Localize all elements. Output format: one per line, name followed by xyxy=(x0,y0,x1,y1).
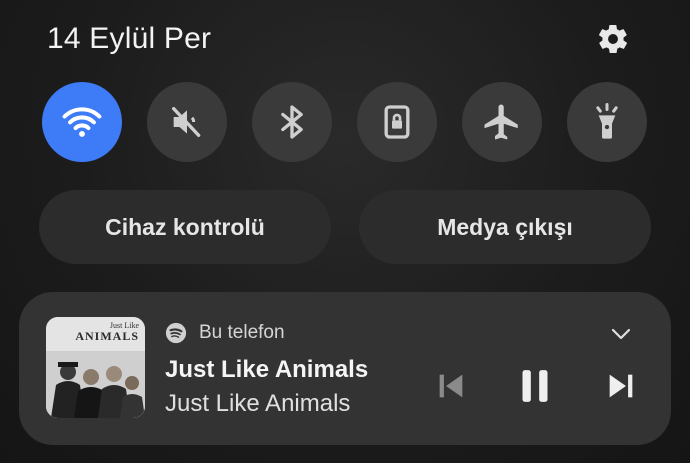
flashlight-icon xyxy=(596,103,618,139)
previous-icon xyxy=(439,374,463,398)
gear-icon xyxy=(599,24,627,54)
album-art-caption-main: ANIMALS xyxy=(75,329,139,343)
wifi-icon xyxy=(62,107,102,137)
sound-toggle[interactable] xyxy=(147,82,227,162)
track-artist: Just Like Animals xyxy=(165,390,351,417)
spotify-icon xyxy=(165,322,187,344)
album-art[interactable]: Just Like ANIMALS xyxy=(46,317,145,418)
quick-settings-toggles xyxy=(42,82,650,164)
mute-icon xyxy=(172,107,201,137)
expand-button[interactable] xyxy=(609,322,633,346)
settings-button[interactable] xyxy=(594,20,632,58)
bluetooth-toggle[interactable] xyxy=(252,82,332,162)
media-player-card[interactable]: Just Like ANIMALS Bu telefon Just Like A… xyxy=(19,292,671,445)
device-control-button[interactable]: Cihaz kontrolü xyxy=(39,190,331,264)
track-title: Just Like Animals xyxy=(165,356,369,383)
date-label: 14 Eylül Per xyxy=(47,22,212,55)
rotation-lock-icon xyxy=(384,105,410,139)
next-button[interactable] xyxy=(601,366,641,406)
wifi-toggle[interactable] xyxy=(42,82,122,162)
media-output-label: Medya çıkışı xyxy=(437,213,573,240)
flashlight-toggle[interactable] xyxy=(567,82,647,162)
rotation-lock-toggle[interactable] xyxy=(357,82,437,162)
next-icon xyxy=(609,374,633,398)
pause-icon xyxy=(522,370,548,402)
device-control-label: Cihaz kontrolü xyxy=(105,213,265,240)
previous-button[interactable] xyxy=(431,366,471,406)
airplane-mode-toggle[interactable] xyxy=(462,82,542,162)
media-source: Bu telefon xyxy=(165,322,285,344)
pause-button[interactable] xyxy=(513,364,557,408)
bluetooth-icon xyxy=(281,105,303,139)
media-output-button[interactable]: Medya çıkışı xyxy=(359,190,651,264)
media-source-label: Bu telefon xyxy=(199,322,285,343)
chevron-down-icon xyxy=(611,328,631,340)
airplane-icon xyxy=(484,104,518,140)
